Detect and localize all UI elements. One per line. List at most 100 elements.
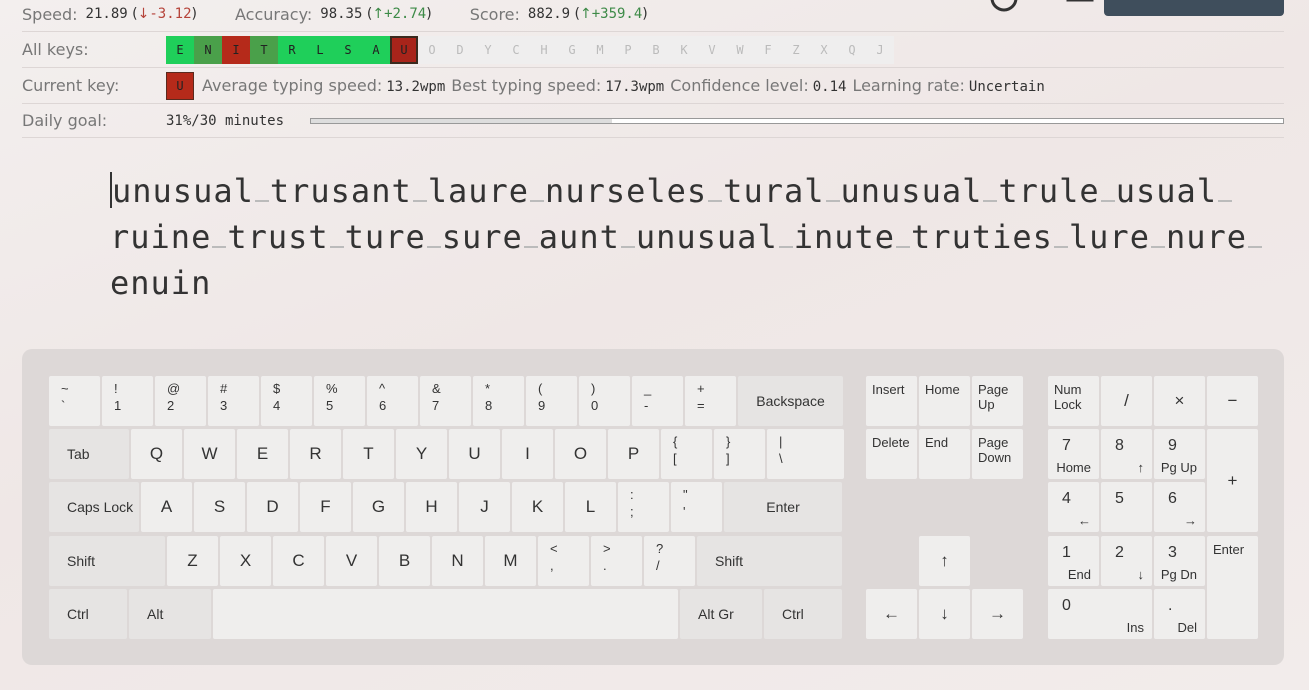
key-f[interactable]: F	[300, 482, 351, 532]
key-m[interactable]: M	[485, 536, 536, 586]
arrow-right-key[interactable]: →	[972, 589, 1023, 639]
numpad-9-key[interactable]: 9 Pg Up	[1154, 429, 1205, 479]
key-`[interactable]: ~ `	[49, 376, 100, 426]
layout-icon[interactable]	[1028, 0, 1056, 20]
key-i[interactable]: I	[502, 429, 553, 479]
arrow-up-key[interactable]: ↑	[919, 536, 970, 586]
right-shift-key[interactable]: Shift	[697, 536, 842, 586]
arrow-left-key[interactable]: ←	[866, 589, 917, 639]
key-y[interactable]: Y	[396, 429, 447, 479]
backspace-key[interactable]: Backspace	[738, 376, 843, 426]
numpad-5-key[interactable]: 5	[1101, 482, 1152, 532]
space-marker	[212, 236, 227, 248]
key-3[interactable]: #3	[208, 376, 259, 426]
key-indicator-m: M	[586, 35, 614, 64]
key-sym-0[interactable]: <,	[538, 536, 589, 586]
numpad-6-key[interactable]: 6 →	[1154, 482, 1205, 532]
numpad-0-key[interactable]: 0 Ins	[1048, 589, 1152, 639]
key-][interactable]: }]	[714, 429, 765, 479]
key-p[interactable]: P	[608, 429, 659, 479]
key-c[interactable]: C	[273, 536, 324, 586]
left-alt-key[interactable]: Alt	[129, 589, 211, 639]
key-b[interactable]: B	[379, 536, 430, 586]
key-quote[interactable]: " '	[671, 482, 722, 532]
settings-button[interactable]	[1104, 0, 1284, 16]
key-j[interactable]: J	[459, 482, 510, 532]
space-key[interactable]	[213, 589, 678, 639]
left-shift-key[interactable]: Shift	[49, 536, 165, 586]
enter-key[interactable]: Enter	[724, 482, 842, 532]
key-d[interactable]: D	[247, 482, 298, 532]
numpad-dot-key[interactable]: . Del	[1154, 589, 1205, 639]
space-marker	[412, 190, 427, 202]
numpad-1-key[interactable]: 1 End	[1048, 536, 1099, 586]
end-key[interactable]: End	[919, 429, 970, 479]
insert-key[interactable]: Insert	[866, 376, 917, 426]
key-2[interactable]: @2	[155, 376, 206, 426]
key-1[interactable]: ! 1	[102, 376, 153, 426]
numpad-8-key[interactable]: 8 ↑	[1101, 429, 1152, 479]
delete-key[interactable]: Delete	[866, 429, 917, 479]
numpad-enter-key[interactable]: Enter	[1207, 536, 1258, 639]
key-q[interactable]: Q	[131, 429, 182, 479]
key-r[interactable]: R	[290, 429, 341, 479]
numpad-2-key[interactable]: 2 ↓	[1101, 536, 1152, 586]
word: nurseles	[545, 172, 708, 210]
learning-rate-value: Uncertain	[968, 79, 1045, 95]
key-a[interactable]: A	[141, 482, 192, 532]
key-sym-2[interactable]: ? /	[644, 536, 695, 586]
key-7[interactable]: & 7	[420, 376, 471, 426]
numpad-7-key[interactable]: 7 Home	[1048, 429, 1099, 479]
key-label: Ctrl	[67, 606, 89, 622]
key-8[interactable]: * 8	[473, 376, 524, 426]
page-down-key[interactable]: Page Down	[972, 429, 1023, 479]
num-lock-key[interactable]: Num Lock	[1048, 376, 1099, 426]
key-[[interactable]: {[	[661, 429, 712, 479]
numpad-divide-key[interactable]: /	[1101, 376, 1152, 426]
key-g[interactable]: G	[353, 482, 404, 532]
page-up-key[interactable]: Page Up	[972, 376, 1023, 426]
key-semicolon[interactable]: :;	[618, 482, 669, 532]
key-k[interactable]: K	[512, 482, 563, 532]
key-v[interactable]: V	[326, 536, 377, 586]
key-s[interactable]: S	[194, 482, 245, 532]
typing-text-area[interactable]: unusual trusant laure nurseles tural unusual t…	[110, 168, 1263, 306]
numpad-3-key[interactable]: 3 Pg Dn	[1154, 536, 1205, 586]
left-ctrl-key[interactable]: Ctrl	[49, 589, 127, 639]
help-icon[interactable]	[990, 0, 1018, 20]
key-indicator-h: H	[530, 35, 558, 64]
key-h[interactable]: H	[406, 482, 457, 532]
key-\[interactable]: | \	[767, 429, 844, 479]
key-9[interactable]: (9	[526, 376, 577, 426]
key-e[interactable]: E	[237, 429, 288, 479]
tab-key[interactable]: Tab	[49, 429, 129, 479]
key-o[interactable]: O	[555, 429, 606, 479]
key-6[interactable]: ^ 6	[367, 376, 418, 426]
numpad-4-key[interactable]: 4 ←	[1048, 482, 1099, 532]
key-5[interactable]: % 5	[314, 376, 365, 426]
key-x[interactable]: X	[220, 536, 271, 586]
key-l[interactable]: L	[565, 482, 616, 532]
right-ctrl-key[interactable]: Ctrl	[764, 589, 842, 639]
key-sym-1[interactable]: >.	[591, 536, 642, 586]
caps-lock-key[interactable]: Caps Lock	[49, 482, 139, 532]
key-t[interactable]: T	[343, 429, 394, 479]
key--[interactable]: _ -	[632, 376, 683, 426]
arrow-up-icon: ↑	[579, 6, 592, 22]
numpad-minus-key[interactable]: −	[1207, 376, 1258, 426]
key-z[interactable]: Z	[167, 536, 218, 586]
alt-gr-key[interactable]: Alt Gr	[680, 589, 762, 639]
key-n[interactable]: N	[432, 536, 483, 586]
save-icon[interactable]	[1066, 0, 1094, 20]
key-w[interactable]: W	[184, 429, 235, 479]
key-4[interactable]: $4	[261, 376, 312, 426]
key-=[interactable]: + =	[685, 376, 736, 426]
home-key[interactable]: Home	[919, 376, 970, 426]
key-label: Y	[415, 444, 428, 463]
key-u[interactable]: U	[449, 429, 500, 479]
numpad-plus-key[interactable]: +	[1207, 429, 1258, 532]
numpad-multiply-key[interactable]: ×	[1154, 376, 1205, 426]
space-marker	[778, 236, 793, 248]
key-0[interactable]: ) 0	[579, 376, 630, 426]
arrow-down-key[interactable]: ↓	[919, 589, 970, 639]
